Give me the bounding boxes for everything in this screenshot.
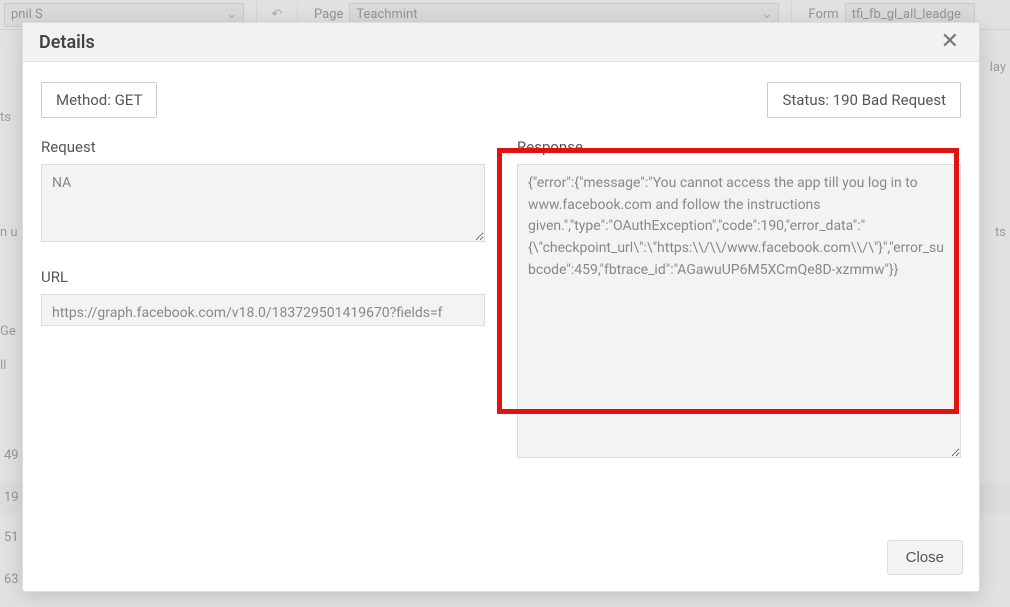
url-textarea[interactable] <box>41 294 485 326</box>
modal-header: Details ✕ <box>23 23 979 62</box>
request-label: Request <box>41 138 485 156</box>
modal-columns: Request URL Response <box>41 138 961 462</box>
close-icon[interactable]: ✕ <box>937 31 963 53</box>
method-badge: Method: GET <box>41 82 157 118</box>
details-modal: Details ✕ Method: GET Status: 190 Bad Re… <box>22 22 980 592</box>
response-textarea[interactable] <box>517 164 961 458</box>
request-textarea[interactable] <box>41 164 485 242</box>
modal-footer: Close <box>23 532 979 591</box>
badge-row: Method: GET Status: 190 Bad Request <box>41 82 961 118</box>
left-column: Request URL <box>41 138 485 462</box>
close-button[interactable]: Close <box>887 540 963 575</box>
modal-body: Method: GET Status: 190 Bad Request Requ… <box>23 62 979 532</box>
right-column: Response <box>517 138 961 462</box>
modal-title: Details <box>39 32 95 53</box>
response-label: Response <box>517 138 961 156</box>
url-label: URL <box>41 268 485 286</box>
status-badge: Status: 190 Bad Request <box>767 82 961 118</box>
